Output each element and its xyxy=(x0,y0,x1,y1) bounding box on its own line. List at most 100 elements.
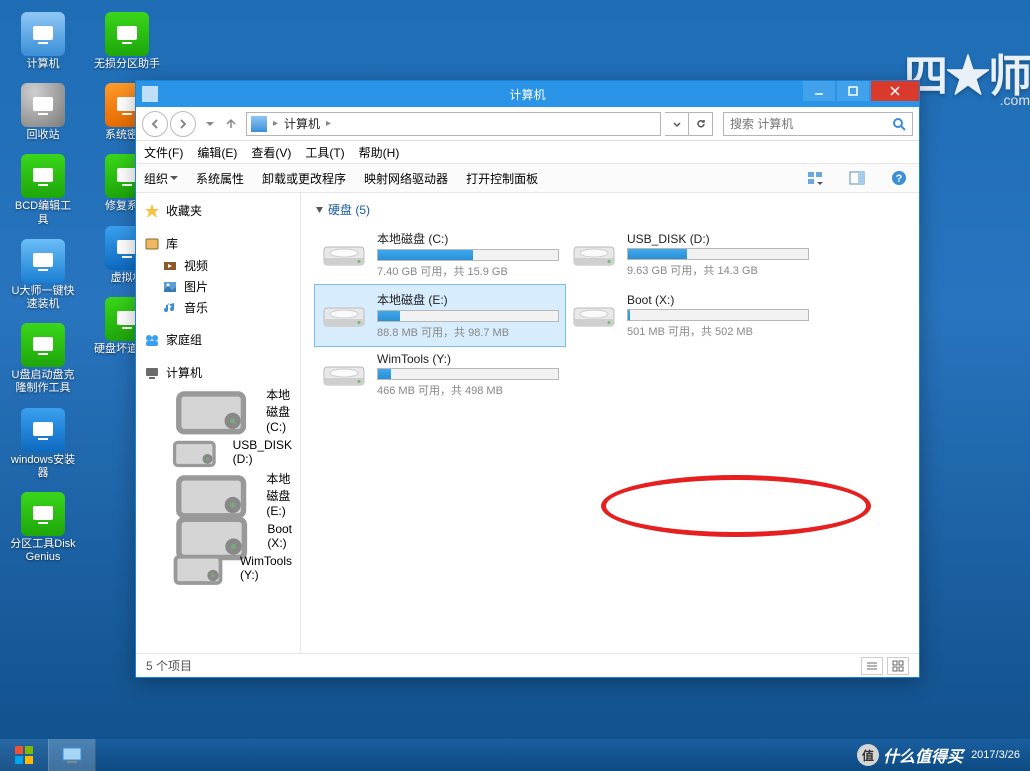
smzdm-watermark: 值 什么值得买 xyxy=(857,743,963,767)
sidebar-favorites[interactable]: 收藏夹 xyxy=(136,199,300,222)
search-icon[interactable] xyxy=(892,117,906,131)
drive-icon xyxy=(162,402,260,418)
minimize-button[interactable] xyxy=(803,81,835,101)
search-input[interactable] xyxy=(730,117,892,131)
drive-icon xyxy=(571,298,617,334)
forward-button[interactable] xyxy=(170,111,196,137)
refresh-button[interactable] xyxy=(689,112,713,136)
smzdm-text: 什么值得买 xyxy=(883,743,963,767)
search-box[interactable] xyxy=(723,112,913,136)
capacity-bar xyxy=(377,310,559,322)
desktop-icon-label: 无损分区助手 xyxy=(94,58,160,71)
breadcrumb-location[interactable]: 计算机 xyxy=(284,115,320,132)
menu-4[interactable]: 帮助(H) xyxy=(359,144,400,161)
desktop-icon-label: 分区工具DiskGenius xyxy=(10,538,76,564)
homegroup-icon xyxy=(144,332,160,348)
drive-0[interactable]: 本地磁盘 (C:) 7.40 GB 可用，共 15.9 GB xyxy=(315,224,565,285)
drive-name: USB_DISK (D:) xyxy=(627,232,809,246)
sidebar-libraries[interactable]: 库 xyxy=(136,232,300,255)
menu-2[interactable]: 查看(V) xyxy=(251,144,291,161)
sidebar-homegroup[interactable]: 家庭组 xyxy=(136,328,300,351)
toolbar-organize[interactable]: 组织 xyxy=(144,170,178,187)
desktop-icon-win-install[interactable]: windows安装器 xyxy=(10,404,76,484)
sidebar-item-label: 视频 xyxy=(184,257,208,274)
section-header[interactable]: 硬盘 (5) xyxy=(315,201,905,218)
menu-0[interactable]: 文件(F) xyxy=(144,144,183,161)
sidebar-item-label: 音乐 xyxy=(184,299,208,316)
toolbar-mapnet[interactable]: 映射网络驱动器 xyxy=(364,170,448,187)
titlebar[interactable]: 计算机 xyxy=(136,81,919,107)
drive-4[interactable]: WimTools (Y:) 466 MB 可用，共 498 MB xyxy=(315,346,565,404)
desktop-icon-label: U大师一键快速装机 xyxy=(10,285,76,311)
view-details-button[interactable] xyxy=(861,657,883,675)
view-options-button[interactable] xyxy=(803,167,827,189)
back-button[interactable] xyxy=(142,111,168,137)
drive-2[interactable]: 本地磁盘 (E:) 88.8 MB 可用，共 98.7 MB xyxy=(315,285,565,346)
u-install-icon xyxy=(21,239,65,283)
toolbar-uninstall[interactable]: 卸载或更改程序 xyxy=(262,170,346,187)
annotation-circle xyxy=(601,475,871,537)
toolbar: 组织 系统属性 卸载或更改程序 映射网络驱动器 打开控制面板 ? xyxy=(136,163,919,193)
drive-name: Boot (X:) xyxy=(627,293,809,307)
drive-capacity-text: 88.8 MB 可用，共 98.7 MB xyxy=(377,324,559,340)
drive-1[interactable]: USB_DISK (D:) 9.63 GB 可用，共 14.3 GB xyxy=(565,224,815,285)
sidebar-item-label: WimTools (Y:) xyxy=(240,554,292,582)
sidebar-lib-2[interactable]: 音乐 xyxy=(136,297,300,318)
up-button[interactable] xyxy=(220,113,242,135)
statusbar: 5 个项目 xyxy=(136,653,919,677)
desktop-icon-recycle-bin[interactable]: 回收站 xyxy=(10,79,76,146)
capacity-bar xyxy=(377,249,559,261)
toolbar-ctrlpanel[interactable]: 打开控制面板 xyxy=(466,170,538,187)
toolbar-sysprops[interactable]: 系统属性 xyxy=(196,170,244,187)
desktop-icon-bcd-editor[interactable]: BCD编辑工具 xyxy=(10,150,76,230)
diskgenius-icon xyxy=(21,492,65,536)
computer-icon xyxy=(251,116,267,132)
start-button[interactable] xyxy=(0,739,48,771)
drive-capacity-text: 9.63 GB 可用，共 14.3 GB xyxy=(627,262,809,278)
menubar: 文件(F) 编辑(E) 查看(V) 工具(T) 帮助(H) xyxy=(136,141,919,163)
drive-icon xyxy=(162,560,234,576)
sidebar-lib-0[interactable]: 视频 xyxy=(136,255,300,276)
desktop-icon-partition-assist[interactable]: 无损分区助手 xyxy=(94,8,160,75)
desktop-icon-u-boot[interactable]: U盘启动盘克隆制作工具 xyxy=(10,319,76,399)
background-logo-sub: .com xyxy=(1000,92,1030,108)
sidebar: 收藏夹 库 视频图片音乐 家庭组 xyxy=(136,193,301,653)
desktop-icon-label: windows安装器 xyxy=(10,454,76,480)
desktop-icon-u-install[interactable]: U大师一键快速装机 xyxy=(10,235,76,315)
desktop-icon-computer[interactable]: 计算机 xyxy=(10,8,76,75)
breadcrumb-sep: ▸ xyxy=(273,118,278,129)
address-dropdown[interactable] xyxy=(665,112,689,136)
content-area: 硬盘 (5) 本地磁盘 (C:) 7.40 GB 可用，共 15.9 GB US… xyxy=(301,193,919,653)
address-bar[interactable]: ▸ 计算机 ▸ xyxy=(246,112,661,136)
breadcrumb-sep-2: ▸ xyxy=(326,118,331,129)
desktop-icon-label: 回收站 xyxy=(27,129,60,142)
drive-name: WimTools (Y:) xyxy=(377,352,559,366)
menu-3[interactable]: 工具(T) xyxy=(305,144,344,161)
section-title: 硬盘 (5) xyxy=(328,201,370,218)
star-icon xyxy=(144,203,160,219)
history-dropdown[interactable] xyxy=(204,115,216,133)
sidebar-item-label: Boot (X:) xyxy=(267,522,292,550)
lib-item-icon xyxy=(162,279,178,295)
window-title: 计算机 xyxy=(509,86,545,103)
window-icon xyxy=(142,86,158,102)
partition-assist-icon xyxy=(105,12,149,56)
sidebar-lib-1[interactable]: 图片 xyxy=(136,276,300,297)
help-button[interactable]: ? xyxy=(887,167,911,189)
desktop-icon-diskgenius[interactable]: 分区工具DiskGenius xyxy=(10,488,76,568)
maximize-button[interactable] xyxy=(837,81,869,101)
sidebar-drive-4[interactable]: WimTools (Y:) xyxy=(136,552,300,584)
explorer-window: 计算机 ▸ 计算机 ▸ xyxy=(135,80,920,678)
tray-date[interactable]: 2017/3/26 xyxy=(971,749,1020,761)
menu-1[interactable]: 编辑(E) xyxy=(197,144,237,161)
view-tiles-button[interactable] xyxy=(887,657,909,675)
capacity-bar xyxy=(627,248,809,260)
sidebar-item-label: 收藏夹 xyxy=(166,202,202,219)
drive-3[interactable]: Boot (X:) 501 MB 可用，共 502 MB xyxy=(565,285,815,346)
taskbar-explorer[interactable] xyxy=(48,739,96,771)
preview-pane-button[interactable] xyxy=(845,167,869,189)
lib-item-icon xyxy=(162,258,178,274)
close-button[interactable] xyxy=(871,81,919,101)
sidebar-item-label: 家庭组 xyxy=(166,331,202,348)
u-boot-icon xyxy=(21,323,65,367)
